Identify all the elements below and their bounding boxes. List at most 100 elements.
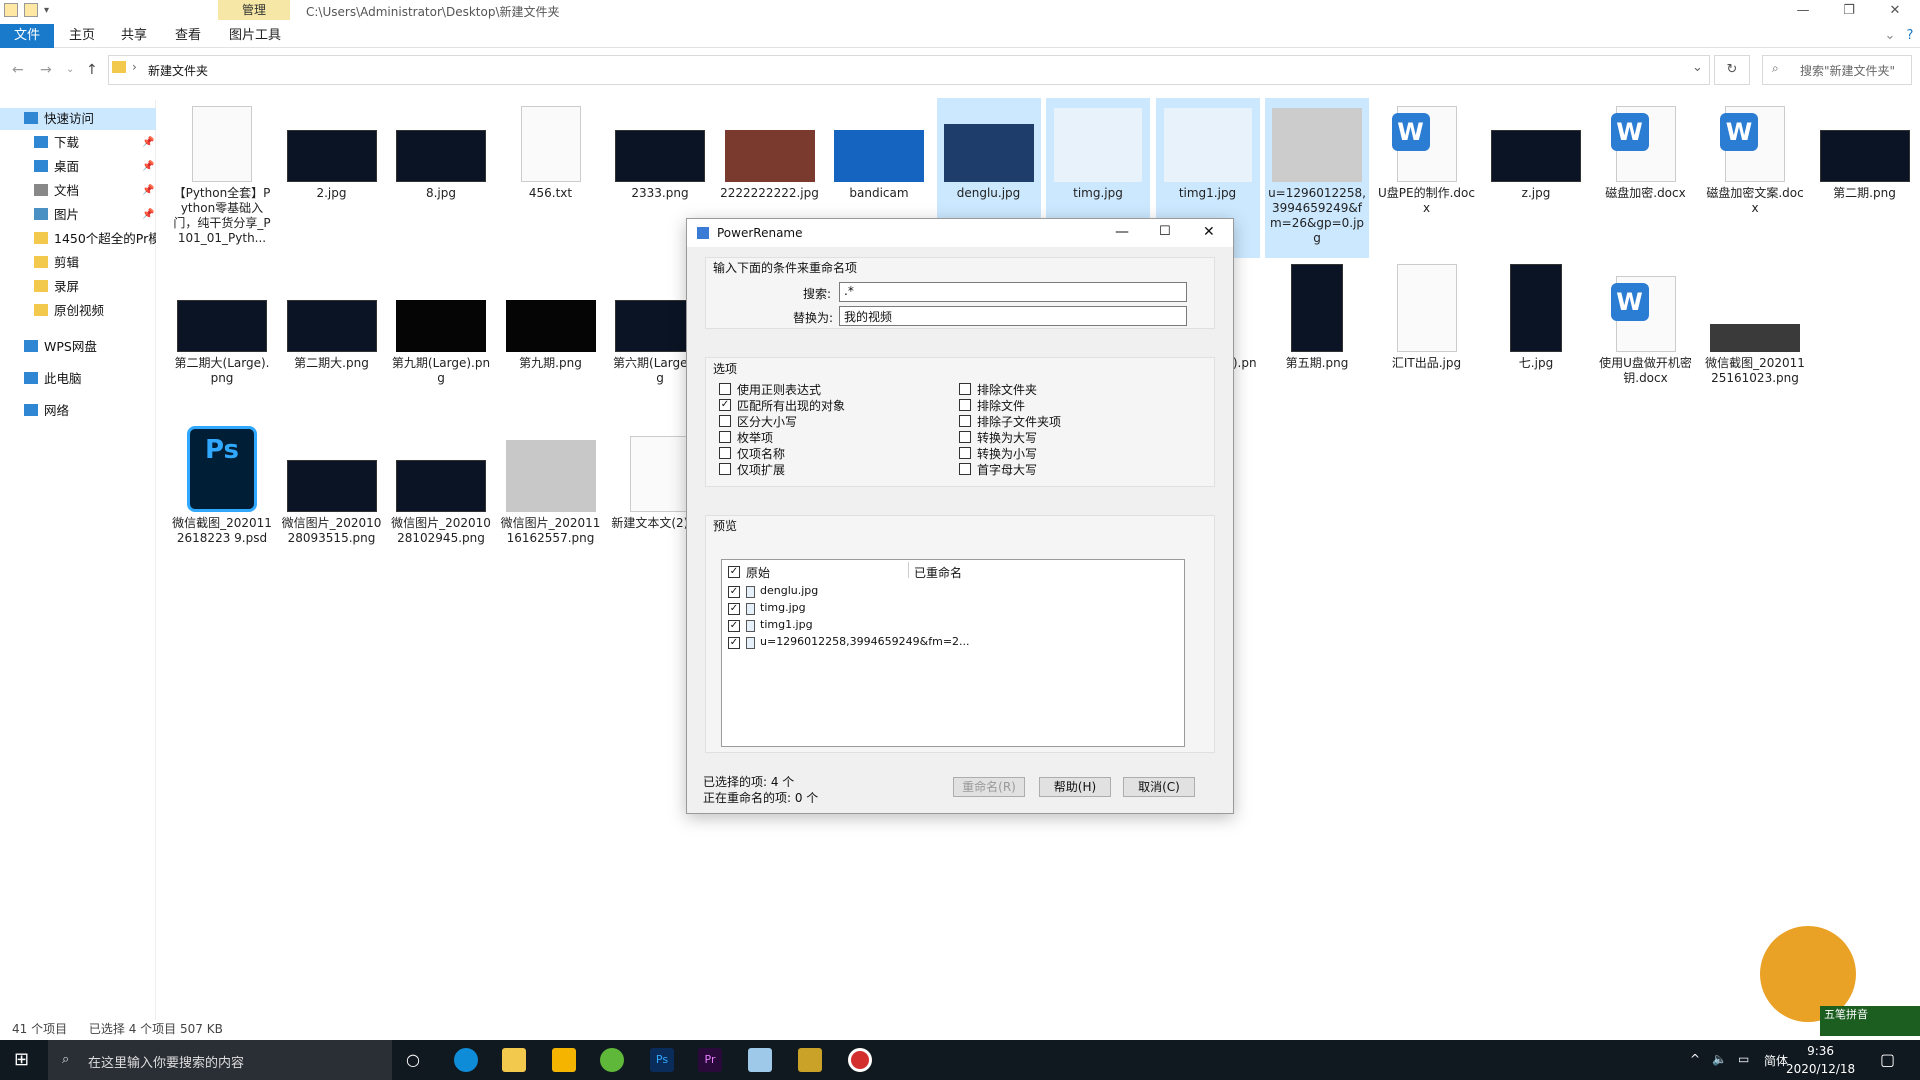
nav-item[interactable]: 剪辑 — [0, 252, 156, 274]
col-renamed[interactable]: 已重命名 — [914, 564, 962, 581]
replace-field[interactable]: 我的视频 — [839, 306, 1187, 326]
nav-item[interactable]: 此电脑 — [0, 368, 156, 390]
forward-icon[interactable]: → — [40, 62, 52, 78]
recent-dropdown-icon[interactable]: ⌄ — [66, 64, 74, 75]
file-item[interactable]: 第二期大(Large).png — [170, 268, 274, 408]
nav-item[interactable]: 网络 — [0, 400, 156, 422]
file-item[interactable]: 七.jpg — [1484, 264, 1588, 408]
rename-button[interactable]: 重命名(R) — [953, 777, 1025, 797]
file-item[interactable]: 2333.png — [608, 98, 712, 238]
properties-icon[interactable] — [4, 3, 18, 17]
file-item[interactable]: 第五期.png — [1265, 264, 1369, 408]
option-label[interactable]: 转换为小写 — [977, 445, 1037, 462]
file-item[interactable]: z.jpg — [1484, 98, 1588, 238]
help-icon[interactable]: ? — [1900, 24, 1920, 48]
select-all-checkbox[interactable]: ✓ — [728, 566, 740, 578]
nav-item[interactable]: 录屏 — [0, 276, 156, 298]
file-item[interactable]: W 磁盘加密文案.docx — [1703, 98, 1807, 238]
clock[interactable]: 9:36 2020/12/18 — [1786, 1042, 1855, 1078]
tray-chevron-icon[interactable]: ^ — [1690, 1052, 1700, 1066]
close-window-button[interactable]: ✕ — [1872, 0, 1918, 24]
option-checkbox[interactable] — [719, 463, 731, 475]
option-checkbox[interactable] — [719, 383, 731, 395]
option-checkbox[interactable] — [959, 383, 971, 395]
notepad-icon[interactable] — [748, 1048, 772, 1072]
new-folder-icon[interactable] — [24, 3, 38, 17]
option-label[interactable]: 仅项名称 — [737, 445, 785, 462]
file-item[interactable]: 汇IT出品.jpg — [1375, 264, 1479, 408]
file-item[interactable]: 2222222222.jpg — [718, 98, 822, 238]
preview-item-checkbox[interactable]: ✓ — [728, 637, 740, 649]
option-label[interactable]: 排除文件 — [977, 397, 1025, 414]
back-icon[interactable]: ← — [12, 62, 24, 78]
minimize-button[interactable]: — — [1780, 0, 1826, 24]
file-item[interactable]: W U盘PE的制作.docx — [1375, 98, 1479, 238]
file-item[interactable]: W 磁盘加密.docx — [1594, 98, 1698, 238]
option-checkbox[interactable] — [959, 431, 971, 443]
windows-start-icon[interactable]: ⊞ — [14, 1050, 34, 1070]
file-item[interactable]: 第九期.png — [499, 268, 603, 408]
file-item[interactable]: 【Python全套】Python零基础入门，纯干货分享_P101_01_Pyth… — [170, 98, 274, 245]
option-checkbox[interactable] — [959, 415, 971, 427]
nav-item[interactable]: WPS网盘 — [0, 336, 156, 358]
option-label[interactable]: 使用正则表达式 — [737, 381, 821, 398]
ime-lang[interactable]: 简体 — [1764, 1052, 1788, 1069]
premiere-icon[interactable]: Pr — [698, 1048, 722, 1072]
browser-icon[interactable] — [600, 1048, 624, 1072]
file-item[interactable]: 第二期大.png — [280, 268, 384, 408]
option-checkbox[interactable] — [719, 447, 731, 459]
option-checkbox[interactable] — [959, 463, 971, 475]
maximize-button[interactable]: ❐ — [1826, 0, 1872, 24]
file-item[interactable]: W 使用U盘做开机密钥.docx — [1594, 268, 1698, 408]
network-tray-icon[interactable]: ▭ — [1738, 1052, 1749, 1066]
preview-item-checkbox[interactable]: ✓ — [728, 586, 740, 598]
option-label[interactable]: 首字母大写 — [977, 461, 1037, 478]
file-item[interactable]: u=1296012258,3994659249&fm=26&gp=0.jpg — [1265, 98, 1369, 258]
option-checkbox[interactable] — [959, 399, 971, 411]
file-item[interactable]: 456.txt — [499, 98, 603, 238]
option-checkbox[interactable]: ✓ — [719, 399, 731, 411]
task-view-icon[interactable]: ○ — [406, 1050, 420, 1069]
file-item[interactable]: 微信图片_20201116162557.png — [499, 428, 603, 568]
search-field[interactable]: .* — [839, 282, 1187, 302]
nav-item[interactable]: 1450个超全的Pr模板 — [0, 228, 156, 250]
cancel-button[interactable]: 取消(C) — [1123, 777, 1195, 797]
breadcrumb-current[interactable]: 新建文件夹 — [148, 62, 208, 79]
file-item[interactable]: Ps 微信截图_2020112618223 9.psd — [170, 426, 274, 568]
help-button[interactable]: 帮助(H) — [1039, 777, 1111, 797]
ime-toolbar[interactable]: 五笔拼音 — [1820, 1006, 1920, 1036]
address-dropdown-icon[interactable]: ⌄ — [1692, 60, 1703, 75]
nav-item[interactable]: 图片 📌 — [0, 204, 156, 226]
edge-icon[interactable] — [454, 1048, 478, 1072]
file-item[interactable]: 微信截图_20201125161023.png — [1703, 268, 1807, 408]
file-item[interactable]: 8.jpg — [389, 98, 493, 238]
tab-home[interactable]: 主页 — [62, 24, 102, 48]
nav-item[interactable]: 原创视频 — [0, 300, 156, 322]
qat-dropdown-icon[interactable]: ▾ — [44, 5, 49, 16]
file-item[interactable]: 微信图片_20201028093515.png — [280, 428, 384, 568]
address-bar[interactable] — [108, 55, 1710, 85]
ribbon-expand-icon[interactable]: ⌄ — [1880, 24, 1900, 48]
option-checkbox[interactable] — [719, 415, 731, 427]
dialog-maximize-button[interactable]: ☐ — [1159, 224, 1171, 239]
file-item[interactable]: bandicam — [827, 98, 931, 238]
option-label[interactable]: 区分大小写 — [737, 413, 797, 430]
nav-item[interactable]: 文档 📌 — [0, 180, 156, 202]
tab-share[interactable]: 共享 — [114, 24, 154, 48]
file-explorer-icon[interactable] — [502, 1048, 526, 1072]
nav-item[interactable]: 快速访问 — [0, 108, 156, 130]
option-label[interactable]: 匹配所有出现的对象 — [737, 397, 845, 414]
dialog-close-button[interactable]: ✕ — [1203, 224, 1215, 240]
option-checkbox[interactable] — [719, 431, 731, 443]
volume-icon[interactable]: 🔈 — [1712, 1052, 1727, 1066]
option-checkbox[interactable] — [959, 447, 971, 459]
up-icon[interactable]: ↑ — [86, 62, 98, 78]
file-item[interactable]: 第二期.png — [1813, 98, 1917, 238]
file-item[interactable]: 第九期(Large).png — [389, 268, 493, 408]
file-item[interactable]: 微信图片_20201028102945.png — [389, 428, 493, 568]
option-label[interactable]: 排除子文件夹项 — [977, 413, 1061, 430]
notification-icon[interactable]: ▢ — [1880, 1050, 1895, 1069]
file-item[interactable]: 2.jpg — [280, 98, 384, 238]
option-label[interactable]: 转换为大写 — [977, 429, 1037, 446]
nav-item[interactable]: 下载 📌 — [0, 132, 156, 154]
